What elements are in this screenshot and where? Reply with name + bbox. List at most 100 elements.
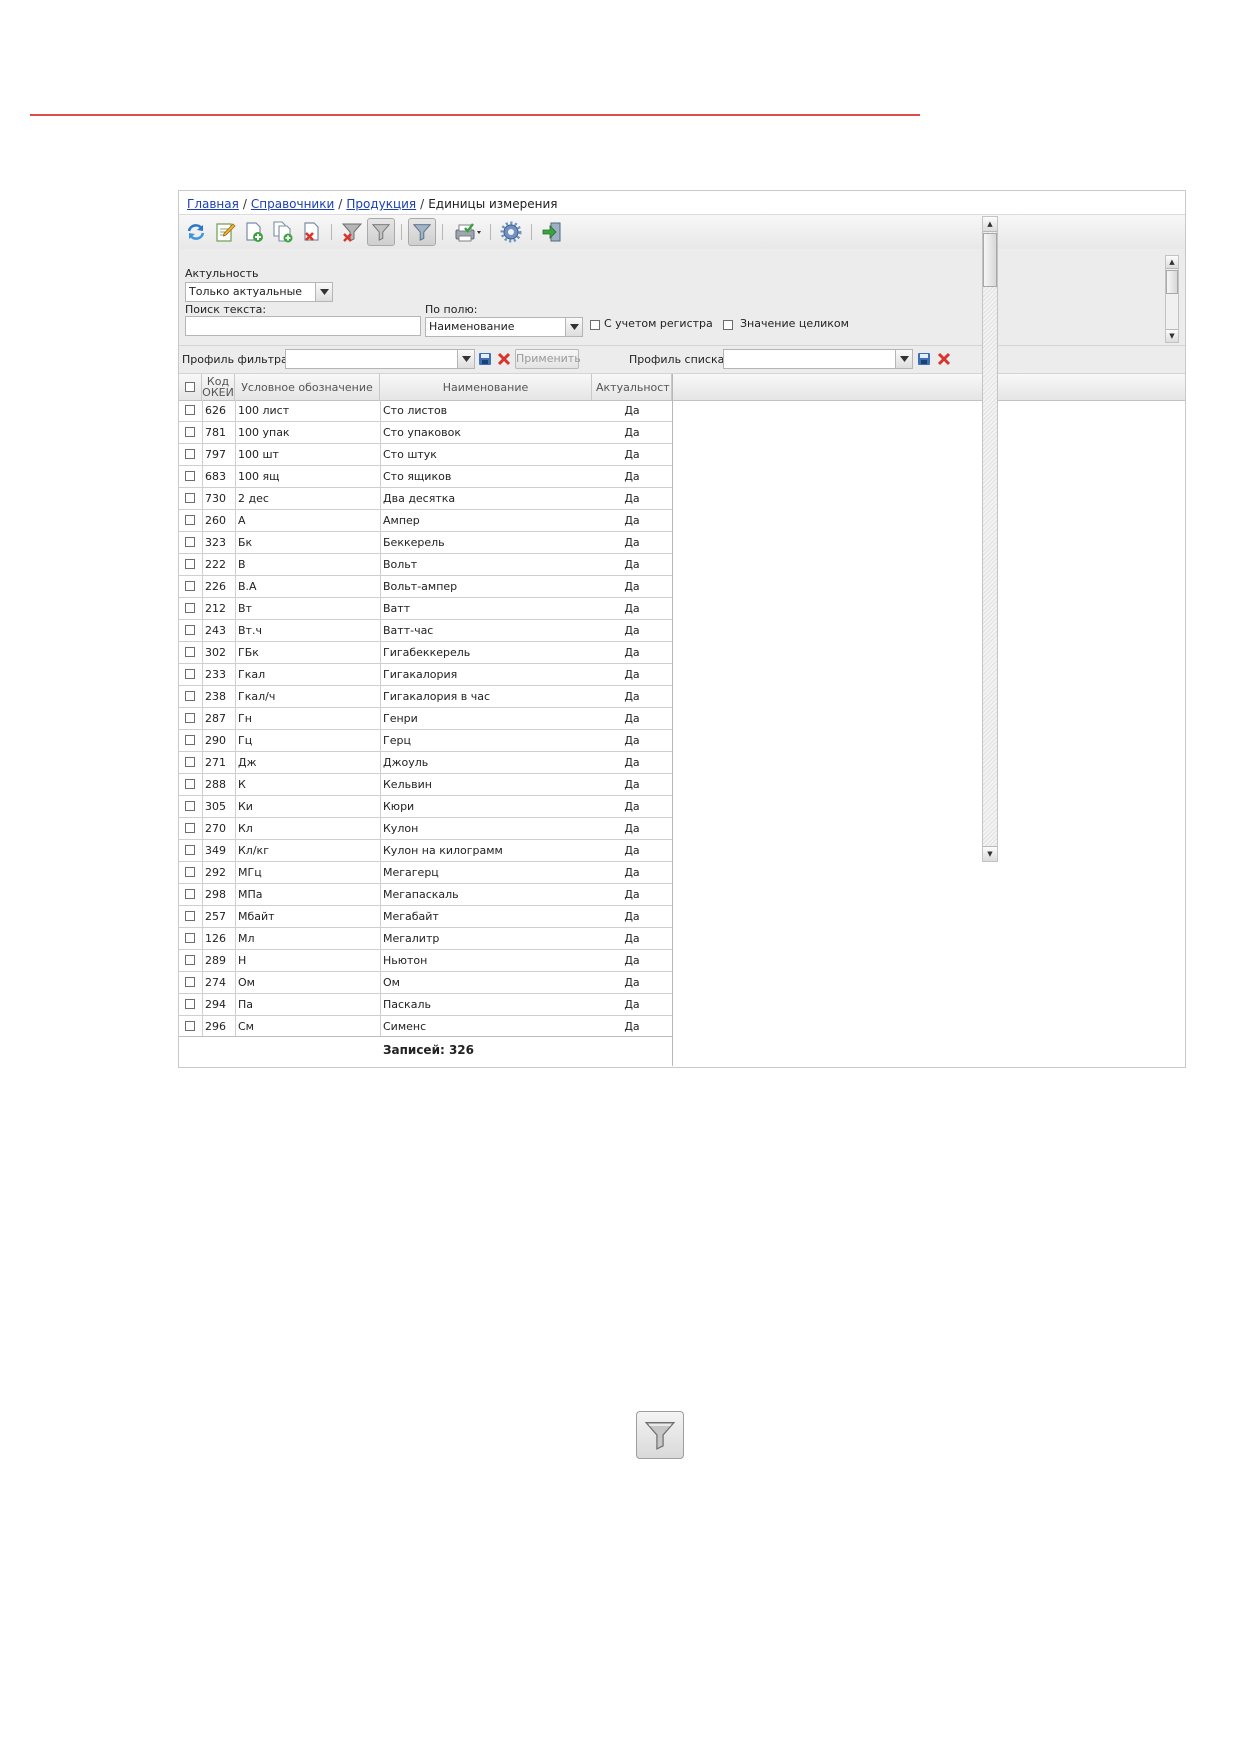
row-checkbox[interactable] bbox=[185, 867, 195, 877]
row-checkbox[interactable] bbox=[185, 801, 195, 811]
cell-code: 270 bbox=[205, 822, 226, 835]
row-checkbox[interactable] bbox=[185, 779, 195, 789]
list-profile-select[interactable] bbox=[723, 349, 913, 369]
table-row[interactable]: 349 Кл/кг Кулон на килограмм Да bbox=[179, 840, 672, 862]
table-row[interactable]: 290 Гц Герц Да bbox=[179, 730, 672, 752]
row-checkbox[interactable] bbox=[185, 911, 195, 921]
table-row[interactable]: 288 К Кельвин Да bbox=[179, 774, 672, 796]
table-row[interactable]: 274 Ом Ом Да bbox=[179, 972, 672, 994]
row-checkbox[interactable] bbox=[185, 977, 195, 987]
table-row[interactable]: 781 100 упак Сто упаковок Да bbox=[179, 422, 672, 444]
filter-button[interactable] bbox=[367, 218, 395, 246]
row-checkbox[interactable] bbox=[185, 823, 195, 833]
row-checkbox[interactable] bbox=[185, 757, 195, 767]
actuality-select[interactable]: Только актуальные bbox=[185, 282, 333, 302]
breadcrumb-products[interactable]: Продукция bbox=[346, 197, 416, 211]
edit-button[interactable] bbox=[212, 219, 238, 245]
column-header-actuality[interactable]: Актуальност bbox=[592, 374, 672, 400]
row-checkbox[interactable] bbox=[185, 493, 195, 503]
filter-panel-scrollbar[interactable]: ▲ ▼ bbox=[1165, 255, 1179, 343]
table-row[interactable]: 287 Гн Генри Да bbox=[179, 708, 672, 730]
row-checkbox[interactable] bbox=[185, 735, 195, 745]
row-checkbox[interactable] bbox=[185, 537, 195, 547]
clear-filter-button[interactable] bbox=[339, 219, 365, 245]
table-row[interactable]: 302 ГБк Гигабеккерель Да bbox=[179, 642, 672, 664]
table-row[interactable]: 683 100 ящ Сто ящиков Да bbox=[179, 466, 672, 488]
delete-profile-icon[interactable] bbox=[497, 352, 511, 366]
copy-button[interactable] bbox=[270, 219, 296, 245]
row-checkbox[interactable] bbox=[185, 999, 195, 1009]
table-row[interactable]: 126 Мл Мегалитр Да bbox=[179, 928, 672, 950]
scroll-down-icon[interactable]: ▼ bbox=[983, 846, 997, 861]
column-header-name[interactable]: Наименование bbox=[380, 374, 592, 400]
table-row[interactable]: 271 Дж Джоуль Да bbox=[179, 752, 672, 774]
delete-button[interactable] bbox=[299, 219, 325, 245]
table-row[interactable]: 797 100 шт Сто штук Да bbox=[179, 444, 672, 466]
field-select[interactable]: Наименование bbox=[425, 317, 583, 337]
scroll-down-icon[interactable]: ▼ bbox=[1166, 329, 1178, 342]
cell-symbol: Гн bbox=[238, 712, 252, 725]
scroll-up-icon[interactable]: ▲ bbox=[1166, 256, 1178, 269]
table-row[interactable]: 305 Ки Кюри Да bbox=[179, 796, 672, 818]
table-row[interactable]: 257 Мбайт Мегабайт Да bbox=[179, 906, 672, 928]
table-row[interactable]: 323 Бк Беккерель Да bbox=[179, 532, 672, 554]
print-button[interactable] bbox=[451, 219, 485, 245]
breadcrumb-home[interactable]: Главная bbox=[187, 197, 239, 211]
scrollbar-thumb[interactable] bbox=[983, 233, 997, 287]
row-checkbox[interactable] bbox=[185, 933, 195, 943]
row-checkbox[interactable] bbox=[185, 405, 195, 415]
row-checkbox[interactable] bbox=[185, 427, 195, 437]
breadcrumb-directories[interactable]: Справочники bbox=[251, 197, 334, 211]
search-input[interactable] bbox=[185, 316, 421, 336]
table-row[interactable]: 238 Гкал/ч Гигакалория в час Да bbox=[179, 686, 672, 708]
row-checkbox[interactable] bbox=[185, 559, 195, 569]
filter-panel-toggle-button[interactable] bbox=[408, 218, 436, 246]
column-header-code[interactable]: Код ОКЕИ bbox=[202, 374, 235, 400]
row-checkbox[interactable] bbox=[185, 515, 195, 525]
row-checkbox[interactable] bbox=[185, 845, 195, 855]
table-row[interactable]: 292 МГц Мегагерц Да bbox=[179, 862, 672, 884]
select-all-checkbox[interactable] bbox=[185, 382, 195, 392]
grid-scrollbar[interactable]: ▲ ▼ bbox=[982, 216, 998, 862]
table-row[interactable]: 289 Н Ньютон Да bbox=[179, 950, 672, 972]
table-row[interactable]: 222 В Вольт Да bbox=[179, 554, 672, 576]
table-row[interactable]: 212 Вт Ватт Да bbox=[179, 598, 672, 620]
row-checkbox[interactable] bbox=[185, 581, 195, 591]
filter-profile-select[interactable] bbox=[285, 349, 475, 369]
cell-name: Кельвин bbox=[383, 778, 432, 791]
table-row[interactable]: 233 Гкал Гигакалория Да bbox=[179, 664, 672, 686]
table-row[interactable]: 296 См Сименс Да bbox=[179, 1016, 672, 1036]
row-checkbox[interactable] bbox=[185, 471, 195, 481]
row-checkbox[interactable] bbox=[185, 713, 195, 723]
scrollbar-thumb[interactable] bbox=[1166, 270, 1178, 294]
case-sensitive-checkbox[interactable] bbox=[590, 320, 600, 330]
table-row[interactable]: 294 Па Паскаль Да bbox=[179, 994, 672, 1016]
table-row[interactable]: 270 Кл Кулон Да bbox=[179, 818, 672, 840]
row-checkbox[interactable] bbox=[185, 691, 195, 701]
row-checkbox[interactable] bbox=[185, 449, 195, 459]
table-row[interactable]: 260 А Ампер Да bbox=[179, 510, 672, 532]
column-header-symbol[interactable]: Условное обозначение bbox=[235, 374, 380, 400]
scroll-up-icon[interactable]: ▲ bbox=[983, 217, 997, 232]
save-list-profile-icon[interactable] bbox=[917, 352, 931, 366]
add-button[interactable] bbox=[241, 219, 267, 245]
table-row[interactable]: 730 2 дес Два десятка Да bbox=[179, 488, 672, 510]
refresh-button[interactable] bbox=[183, 219, 209, 245]
table-row[interactable]: 243 Вт.ч Ватт-час Да bbox=[179, 620, 672, 642]
table-row[interactable]: 626 100 лист Сто листов Да bbox=[179, 400, 672, 422]
table-row[interactable]: 226 В.А Вольт-ампер Да bbox=[179, 576, 672, 598]
table-row[interactable]: 298 МПа Мегапаскаль Да bbox=[179, 884, 672, 906]
apply-button[interactable]: Применить bbox=[515, 349, 581, 369]
row-checkbox[interactable] bbox=[185, 1021, 195, 1031]
settings-button[interactable] bbox=[498, 219, 524, 245]
row-checkbox[interactable] bbox=[185, 955, 195, 965]
whole-value-checkbox[interactable] bbox=[723, 320, 733, 330]
row-checkbox[interactable] bbox=[185, 647, 195, 657]
row-checkbox[interactable] bbox=[185, 669, 195, 679]
row-checkbox[interactable] bbox=[185, 603, 195, 613]
exit-button[interactable] bbox=[539, 219, 565, 245]
delete-list-profile-icon[interactable] bbox=[937, 352, 951, 366]
row-checkbox[interactable] bbox=[185, 889, 195, 899]
row-checkbox[interactable] bbox=[185, 625, 195, 635]
save-profile-icon[interactable] bbox=[478, 352, 492, 366]
